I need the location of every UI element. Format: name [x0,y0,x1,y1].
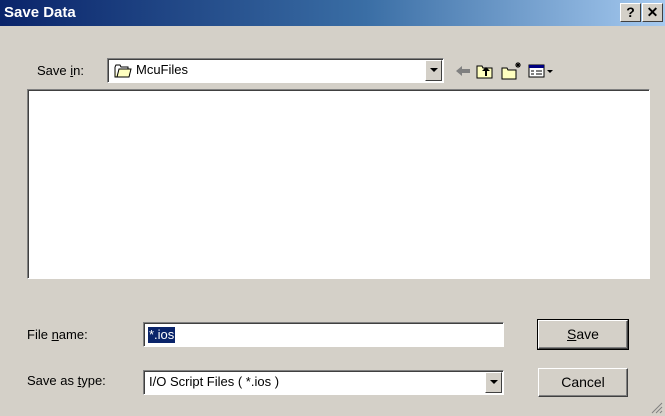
window-title: Save Data [4,4,76,21]
file-name-input[interactable]: *.ios [143,322,504,347]
save-as-type-combo[interactable]: I/O Script Files ( *.ios ) [143,370,504,395]
file-name-label: File name: [27,327,88,342]
help-button[interactable]: ? [620,3,641,22]
back-button[interactable] [452,60,474,82]
save-in-dropdown-arrow[interactable] [425,60,442,81]
folder-icon [114,64,132,78]
new-folder-icon [501,62,521,80]
save-as-type-label: Save as type: [27,373,106,388]
title-bar: Save Data ? ✕ [0,0,665,26]
close-icon: ✕ [646,4,659,20]
back-arrow-icon [456,66,470,76]
save-in-combo[interactable]: McuFiles [107,58,444,83]
up-one-level-icon [476,65,493,79]
size-grip-icon[interactable] [651,402,663,414]
view-menu-button[interactable] [527,60,555,82]
save-as-type-value: I/O Script Files ( *.ios ) [149,374,280,389]
close-button[interactable]: ✕ [642,3,663,22]
new-folder-button[interactable] [500,60,522,82]
file-name-value: *.ios [148,327,176,343]
file-list[interactable] [27,89,650,279]
up-one-level-button[interactable] [474,60,496,82]
cancel-button[interactable]: Cancel [538,368,628,397]
save-button[interactable]: Save [537,319,629,350]
view-menu-icon [528,64,553,78]
save-as-type-dropdown-arrow[interactable] [485,372,502,393]
save-in-label: Save in: [37,63,84,78]
save-in-value: McuFiles [136,62,189,77]
